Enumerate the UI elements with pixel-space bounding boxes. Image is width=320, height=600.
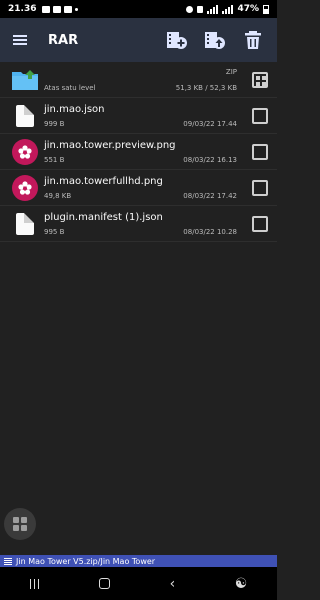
battery-icon xyxy=(263,4,269,14)
wifi-signal-icon xyxy=(207,4,219,14)
parent-folder-label: Atas satu level xyxy=(44,83,96,92)
hamburger-icon xyxy=(13,35,27,45)
home-button[interactable] xyxy=(99,578,111,589)
battery-percent: 47% xyxy=(237,4,259,14)
image-flower-icon xyxy=(12,174,38,201)
file-name: plugin.manifest (1).json xyxy=(44,211,163,223)
back-button[interactable]: ‹ xyxy=(170,576,176,592)
accessibility-button[interactable]: ☯ xyxy=(235,576,248,592)
file-row[interactable]: jin.mao.towerfullhd.png 49,8 KB 08/03/22… xyxy=(0,170,277,206)
current-path: Jin Mao Tower V5.zip/Jin Mao Tower xyxy=(16,556,156,566)
add-to-archive-button[interactable] xyxy=(163,26,191,54)
apps-grid-icon xyxy=(13,517,27,531)
menu-button[interactable] xyxy=(0,18,40,62)
system-nav-bar: ‹ ☯ xyxy=(0,567,277,600)
document-icon xyxy=(16,212,34,235)
grid-view-icon xyxy=(252,71,268,88)
status-bar: 21.36 47% xyxy=(0,0,277,18)
delete-button[interactable] xyxy=(239,26,267,54)
parent-folder-row[interactable]: Atas satu level ZIP 51,3 KB / 52,3 KB xyxy=(0,62,277,98)
file-size: 49,8 KB xyxy=(44,191,72,200)
file-date: 09/03/22 17.44 xyxy=(183,119,237,128)
file-row[interactable]: jin.mao.json 999 B 09/03/22 17.44 xyxy=(0,98,277,134)
path-list-icon xyxy=(4,557,12,565)
notification-icons xyxy=(42,5,79,13)
file-row[interactable]: jin.mao.tower.preview.png 551 B 08/03/22… xyxy=(0,134,277,170)
file-date: 08/03/22 17.42 xyxy=(183,191,237,200)
folder-up-icon xyxy=(12,69,38,90)
gallery-icon xyxy=(42,5,51,13)
image-icon xyxy=(53,5,62,13)
archive-add-icon xyxy=(167,32,187,49)
file-name: jin.mao.towerfullhd.png xyxy=(44,175,163,187)
archive-type: ZIP xyxy=(225,67,237,76)
extract-button[interactable] xyxy=(201,26,229,54)
file-row[interactable]: plugin.manifest (1).json 995 B 08/03/22 … xyxy=(0,206,277,242)
file-size: 999 B xyxy=(44,119,65,128)
view-mode-button[interactable] xyxy=(243,62,277,98)
archive-size: 51,3 KB / 52,3 KB xyxy=(175,83,237,92)
file-date: 08/03/22 16.13 xyxy=(183,155,237,164)
file-checkbox[interactable] xyxy=(252,179,268,196)
more-notifications-icon xyxy=(75,7,79,11)
image-flower-icon xyxy=(12,138,38,165)
document-icon xyxy=(16,104,34,127)
file-size: 995 B xyxy=(44,227,65,236)
file-checkbox[interactable] xyxy=(252,107,268,124)
archive-extract-icon xyxy=(205,32,225,49)
app-title: RAR xyxy=(48,32,79,48)
tools-fab-button[interactable] xyxy=(4,508,36,540)
game-icon xyxy=(64,5,73,13)
file-name: jin.mao.tower.preview.png xyxy=(44,139,176,151)
app-bar: RAR xyxy=(0,18,277,62)
file-date: 08/03/22 10.28 xyxy=(183,227,237,236)
file-name: jin.mao.json xyxy=(44,103,105,115)
file-list: Atas satu level ZIP 51,3 KB / 52,3 KB ji… xyxy=(0,62,277,242)
status-time: 21.36 xyxy=(8,4,37,14)
trash-icon xyxy=(245,31,261,49)
file-size: 551 B xyxy=(44,155,65,164)
recents-button[interactable] xyxy=(29,578,40,589)
alarm-icon xyxy=(186,5,194,13)
cell-signal-icon xyxy=(222,4,234,14)
mute-icon xyxy=(197,5,204,13)
path-bar[interactable]: Jin Mao Tower V5.zip/Jin Mao Tower xyxy=(0,555,277,567)
file-checkbox[interactable] xyxy=(252,143,268,160)
file-checkbox[interactable] xyxy=(252,215,268,232)
